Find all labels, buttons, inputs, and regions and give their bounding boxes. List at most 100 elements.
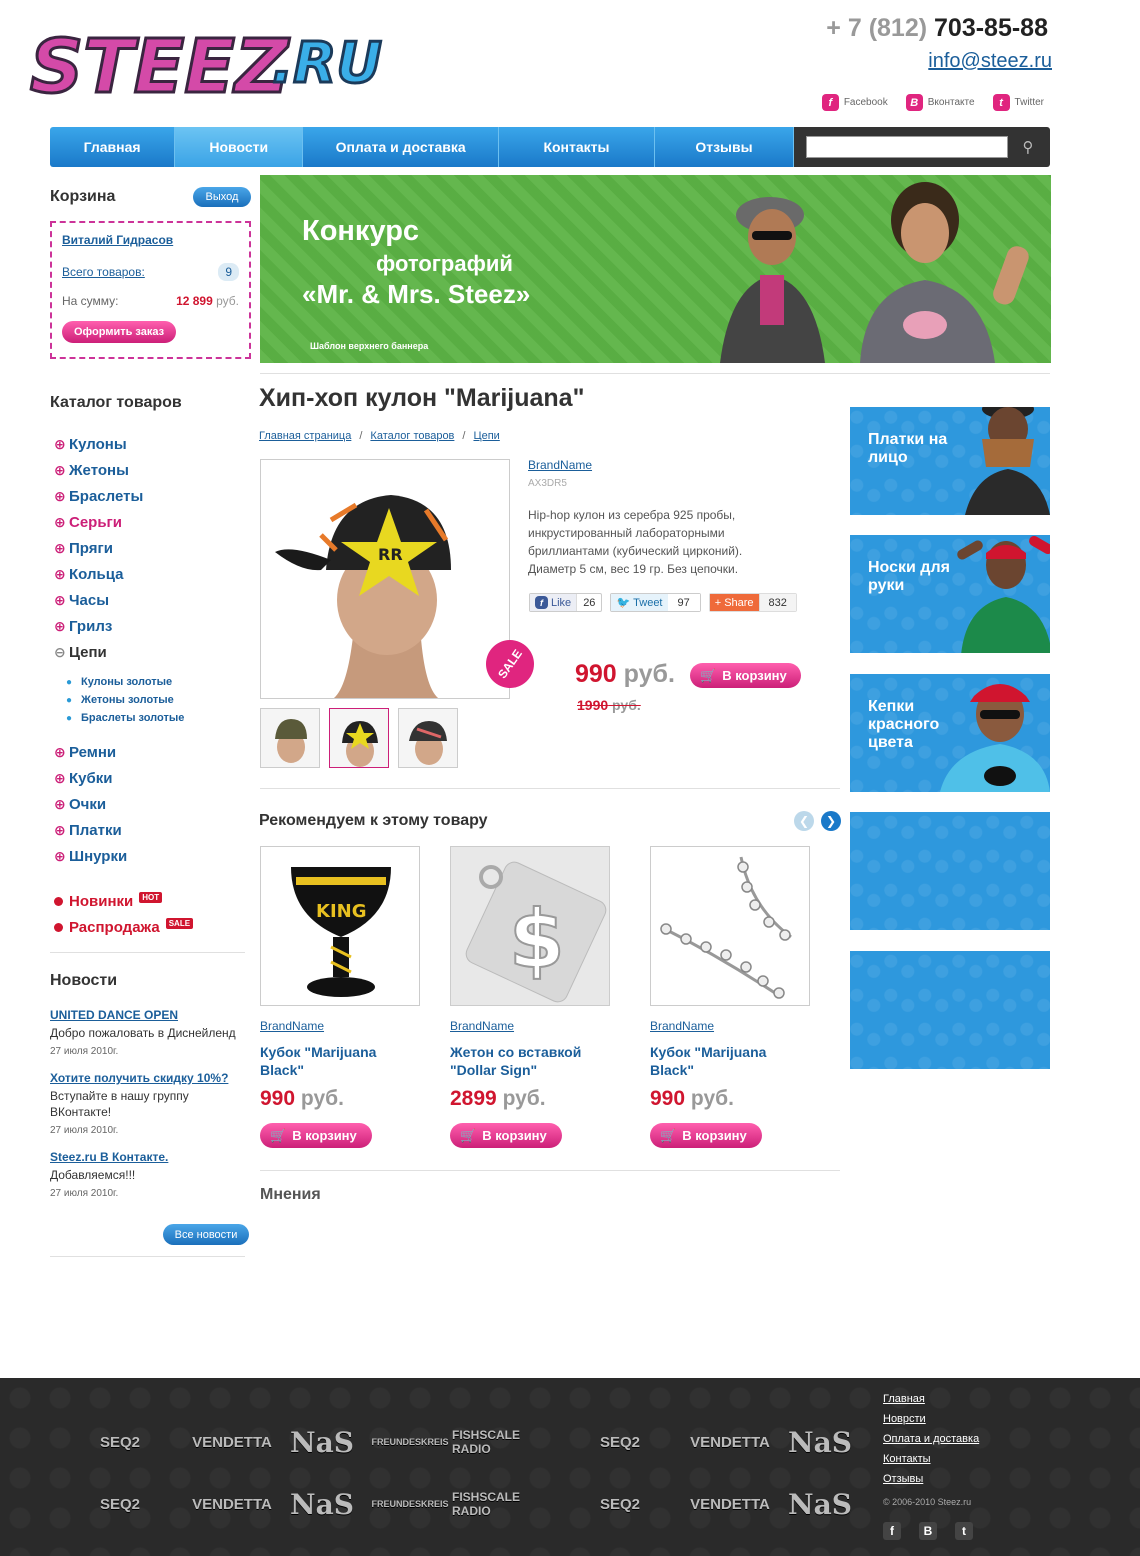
partner-logo[interactable]: NaS: [272, 1422, 372, 1462]
side-banner-caps[interactable]: Кепки красного цвета: [850, 674, 1050, 792]
facebook-link[interactable]: f Facebook: [821, 94, 888, 111]
cart-title: Корзина: [50, 188, 116, 205]
nav-item-payment-delivery[interactable]: Оплата и доставка: [303, 127, 499, 167]
catalog-item[interactable]: ⊕ Серьги: [54, 509, 254, 535]
twitter-link[interactable]: t Twitter: [992, 94, 1044, 111]
side-banner-person: [965, 407, 1050, 515]
partner-logo[interactable]: SEQ2: [570, 1422, 670, 1462]
product-main-image[interactable]: RR: [260, 459, 510, 699]
product-thumbnail[interactable]: [398, 708, 458, 768]
vkontakte-icon[interactable]: B: [919, 1522, 937, 1540]
top-banner[interactable]: Конкурс фотографий «Mr. & Mrs. Steez» Ша…: [260, 175, 1051, 363]
recommend-item-image[interactable]: [650, 846, 810, 1006]
cart-sum: 12 899 руб.: [176, 294, 239, 308]
breadcrumb-link[interactable]: Главная страница: [259, 430, 351, 442]
new-items-link[interactable]: Новинки HOT: [54, 888, 193, 914]
catalog-item[interactable]: ⊕ Кулоны: [54, 431, 254, 457]
catalog-item[interactable]: ⊕ Кубки: [54, 765, 254, 791]
add-to-cart-button[interactable]: 🛒 В корзину: [450, 1123, 562, 1148]
catalog-item[interactable]: ⊕ Кольца: [54, 561, 254, 587]
add-to-cart-button[interactable]: 🛒 В корзину: [650, 1123, 762, 1148]
recommend-item-name[interactable]: Кубок "Marijuana Black": [260, 1043, 410, 1079]
partner-logo[interactable]: FREUNDESKREIS: [360, 1422, 460, 1462]
nav-item-news[interactable]: Новости: [175, 127, 304, 167]
footer-link[interactable]: Отзывы: [883, 1473, 979, 1493]
partner-logo[interactable]: VENDETTA: [680, 1422, 780, 1462]
recommend-item-brand[interactable]: BrandName: [450, 1019, 640, 1033]
catalog-item[interactable]: ⊕ Шнурки: [54, 843, 254, 869]
partner-logo[interactable]: NaS: [770, 1422, 870, 1462]
checkout-button[interactable]: Оформить заказ: [62, 321, 177, 343]
search-input[interactable]: [806, 136, 1008, 158]
catalog-item[interactable]: ⊕ Платки: [54, 817, 254, 843]
partner-logo[interactable]: VENDETTA: [182, 1422, 282, 1462]
cart-icon: 🛒: [700, 667, 717, 683]
side-banner-socks[interactable]: Носки для руки: [850, 535, 1050, 653]
catalog-item[interactable]: ⊕ Очки: [54, 791, 254, 817]
nav-item-home[interactable]: Главная: [50, 127, 176, 167]
partner-logo[interactable]: NaS: [770, 1484, 870, 1524]
news-item-title[interactable]: Хотите получить скидку 10%?: [50, 1071, 250, 1085]
partner-logo[interactable]: FISHSCALE RADIO: [452, 1422, 552, 1462]
add-to-cart-button[interactable]: 🛒 В корзину: [690, 663, 801, 688]
breadcrumb-link[interactable]: Цепи: [473, 430, 499, 442]
catalog-item[interactable]: ⊕ Браслеты: [54, 483, 254, 509]
nav-item-reviews[interactable]: Отзывы: [654, 127, 794, 167]
product-brand-link[interactable]: BrandName: [528, 458, 592, 472]
side-banner-scarves[interactable]: Платки на лицо: [850, 407, 1050, 515]
recommend-item-image[interactable]: $: [450, 846, 610, 1006]
recommend-item-image[interactable]: KING: [260, 846, 420, 1006]
cart-items-label[interactable]: Всего товаров:: [62, 265, 145, 279]
sale-link[interactable]: Распродажа SALE: [54, 914, 194, 940]
share-button[interactable]: + Share 832: [708, 593, 797, 612]
footer-link[interactable]: Главная: [883, 1393, 979, 1413]
twitter-icon[interactable]: t: [955, 1522, 973, 1540]
catalog-item[interactable]: ⊕ Часы: [54, 587, 254, 613]
site-logo[interactable]: STEEZ .RU: [28, 18, 392, 112]
partner-logo[interactable]: VENDETTA: [680, 1484, 780, 1524]
partner-logo[interactable]: VENDETTA: [182, 1484, 282, 1524]
catalog-item-expanded[interactable]: ⊖ Цепи: [54, 639, 254, 665]
add-to-cart-button[interactable]: 🛒 В корзину: [260, 1123, 372, 1148]
partner-logo[interactable]: SEQ2: [570, 1484, 670, 1524]
catalog-subitem[interactable]: ● Жетоны золотые: [54, 691, 254, 709]
partner-logo[interactable]: FREUNDESKREIS: [360, 1484, 460, 1524]
breadcrumb-link[interactable]: Каталог товаров: [370, 430, 454, 442]
catalog-subitem[interactable]: ● Кулоны золотые: [54, 673, 254, 691]
chevron-left-icon[interactable]: ❮: [794, 811, 814, 831]
email-link[interactable]: info@steez.ru: [928, 50, 1052, 73]
tweet-button[interactable]: 🐦 Tweet 97: [610, 593, 701, 612]
news-item-title[interactable]: UNITED DANCE OPEN: [50, 1008, 250, 1022]
recommend-item-brand[interactable]: BrandName: [650, 1019, 840, 1033]
footer-link[interactable]: Новрсти: [883, 1413, 979, 1433]
facebook-icon[interactable]: f: [883, 1522, 901, 1540]
catalog-item[interactable]: ⊕ Жетоны: [54, 457, 254, 483]
catalog-item[interactable]: ⊕ Пряги: [54, 535, 254, 561]
footer-link[interactable]: Оплата и доставка: [883, 1433, 979, 1453]
partner-logo[interactable]: FISHSCALE RADIO: [452, 1484, 552, 1524]
partner-logo[interactable]: NaS: [272, 1484, 372, 1524]
nav-item-contacts[interactable]: Контакты: [498, 127, 655, 167]
logout-button[interactable]: Выход: [193, 187, 251, 207]
partner-logo[interactable]: SEQ2: [70, 1422, 170, 1462]
product-thumbnail[interactable]: [260, 708, 320, 768]
recommend-item-brand[interactable]: BrandName: [260, 1019, 450, 1033]
news-item-title[interactable]: Steez.ru В Контакте.: [50, 1150, 250, 1164]
footer-link[interactable]: Контакты: [883, 1453, 979, 1473]
catalog-item[interactable]: ⊕ Ремни: [54, 739, 254, 765]
search-icon[interactable]: ⚲: [1014, 138, 1042, 156]
chevron-right-icon[interactable]: ❯: [821, 811, 841, 831]
recommend-item-name[interactable]: Кубок "Marijuana Black": [650, 1043, 800, 1079]
catalog-subitem[interactable]: ● Браслеты золотые: [54, 709, 254, 727]
plus-icon: ⊕: [54, 847, 66, 864]
recommend-item-name[interactable]: Жетон со вставкой "Dollar Sign": [450, 1043, 600, 1079]
product-thumbnail-selected[interactable]: [329, 708, 389, 768]
side-banner-empty[interactable]: [850, 951, 1050, 1069]
vkontakte-link[interactable]: B Вконтакте: [905, 94, 975, 111]
all-news-button[interactable]: Все новости: [163, 1224, 249, 1245]
facebook-like-button[interactable]: f Like 26: [529, 593, 603, 612]
catalog-item[interactable]: ⊕ Грилз: [54, 613, 254, 639]
partner-logo[interactable]: SEQ2: [70, 1484, 170, 1524]
cart-user-link[interactable]: Виталий Гидрасов: [62, 233, 239, 247]
side-banner-empty[interactable]: [850, 812, 1050, 930]
